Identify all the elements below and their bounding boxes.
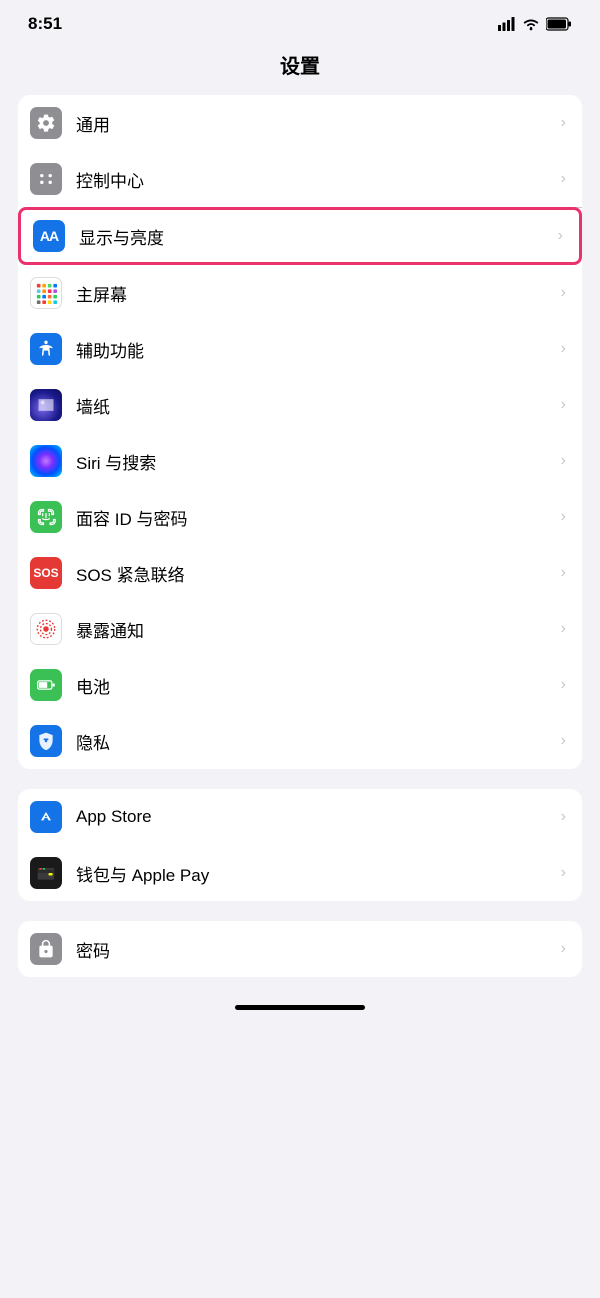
home-indicator <box>0 997 600 1014</box>
control-center-icon <box>30 163 62 195</box>
display-label: 显示与亮度 <box>79 224 550 249</box>
control-center-chevron: › <box>561 170 566 188</box>
password-chevron: › <box>561 940 566 958</box>
wallet-icon <box>30 857 62 889</box>
settings-row-wallet[interactable]: 钱包与 Apple Pay › <box>18 845 582 901</box>
settings-row-password[interactable]: 密码 › <box>18 921 582 977</box>
wallet-label: 钱包与 Apple Pay <box>76 861 553 886</box>
homescreen-label: 主屏幕 <box>76 281 553 306</box>
exposure-label: 暴露通知 <box>76 617 553 642</box>
exposure-icon <box>30 613 62 645</box>
wallpaper-chevron: › <box>561 396 566 414</box>
settings-group-3: 密码 › <box>18 921 582 977</box>
status-bar: 8:51 <box>0 0 600 40</box>
exposure-chevron: › <box>561 620 566 638</box>
general-label: 通用 <box>76 111 553 136</box>
privacy-icon <box>30 725 62 757</box>
general-chevron: › <box>561 114 566 132</box>
battery-label: 电池 <box>76 673 553 698</box>
homescreen-icon <box>30 277 62 309</box>
general-icon <box>30 107 62 139</box>
settings-row-sos[interactable]: SOS SOS 紧急联络 › <box>18 545 582 601</box>
wallet-chevron: › <box>561 864 566 882</box>
faceid-icon <box>30 501 62 533</box>
password-label: 密码 <box>76 937 553 962</box>
battery-icon-row <box>30 669 62 701</box>
settings-group-2: App Store › 钱包与 Apple Pay › <box>18 789 582 901</box>
battery-icon <box>546 17 572 31</box>
privacy-chevron: › <box>561 732 566 750</box>
display-chevron: › <box>558 227 563 245</box>
settings-row-accessibility[interactable]: 辅助功能 › <box>18 321 582 377</box>
page-title: 设置 <box>0 40 600 95</box>
faceid-label: 面容 ID 与密码 <box>76 505 553 530</box>
settings-row-battery[interactable]: 电池 › <box>18 657 582 713</box>
sos-icon: SOS <box>30 557 62 589</box>
settings-group-1: 通用 › 控制中心 › AA 显示与亮度 › <box>18 95 582 769</box>
settings-row-privacy[interactable]: 隐私 › <box>18 713 582 769</box>
appstore-icon <box>30 801 62 833</box>
wallpaper-label: 墙纸 <box>76 393 553 418</box>
status-time: 8:51 <box>28 14 62 34</box>
siri-icon <box>30 445 62 477</box>
sos-chevron: › <box>561 564 566 582</box>
settings-row-general[interactable]: 通用 › <box>18 95 582 151</box>
wifi-icon <box>522 17 540 31</box>
settings-row-homescreen[interactable]: 主屏幕 › <box>18 265 582 321</box>
status-icons <box>498 17 572 31</box>
siri-chevron: › <box>561 452 566 470</box>
battery-chevron: › <box>561 676 566 694</box>
signal-icon <box>498 17 516 31</box>
settings-row-display[interactable]: AA 显示与亮度 › <box>18 207 582 265</box>
accessibility-label: 辅助功能 <box>76 337 553 362</box>
settings-row-appstore[interactable]: App Store › <box>18 789 582 845</box>
appstore-label: App Store <box>76 807 553 827</box>
settings-row-wallpaper[interactable]: 墙纸 › <box>18 377 582 433</box>
control-center-label: 控制中心 <box>76 167 553 192</box>
siri-label: Siri 与搜索 <box>76 449 553 474</box>
settings-row-faceid[interactable]: 面容 ID 与密码 › <box>18 489 582 545</box>
accessibility-icon <box>30 333 62 365</box>
home-bar <box>235 1005 365 1010</box>
settings-row-control-center[interactable]: 控制中心 › <box>18 151 582 207</box>
accessibility-chevron: › <box>561 340 566 358</box>
wallpaper-icon <box>30 389 62 421</box>
privacy-label: 隐私 <box>76 729 553 754</box>
faceid-chevron: › <box>561 508 566 526</box>
sos-label: SOS 紧急联络 <box>76 561 553 586</box>
appstore-chevron: › <box>561 808 566 826</box>
settings-row-exposure[interactable]: 暴露通知 › <box>18 601 582 657</box>
settings-row-siri[interactable]: Siri 与搜索 › <box>18 433 582 489</box>
homescreen-chevron: › <box>561 284 566 302</box>
display-icon: AA <box>33 220 65 252</box>
password-icon <box>30 933 62 965</box>
